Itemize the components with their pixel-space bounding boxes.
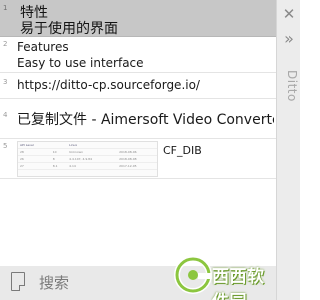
clip-index: 2 [3, 40, 8, 48]
thumbnail-cell: 8 [50, 155, 68, 163]
thumbnail-cell: 8.1 [50, 162, 68, 170]
clip-text-line: 易于使用的界面 [20, 21, 118, 37]
watermark-text: 西西软件园 [212, 267, 265, 300]
thumbnail-cell: 2017-12-05 [117, 162, 157, 170]
thumbnail-cell: 2018-08-08 [117, 155, 157, 163]
thumbnail-cell: Unknown [67, 148, 118, 156]
thumbnail-row: 28 10 Unknown 2018-08-06 [18, 148, 157, 156]
clip-item-5[interactable]: 5 API Level Linux 28 10 Unknown 2018-08-… [0, 139, 276, 179]
thumbnail-cell: 27 [18, 162, 51, 170]
clip-text-line: 已复制文件 - Aimersoft Video Converter U [17, 112, 274, 128]
clip-index: 4 [3, 111, 8, 119]
expand-icon[interactable]: » [281, 30, 297, 48]
clip-text-line: https://ditto-cp.sourceforge.io/ [17, 78, 200, 92]
clip-list[interactable]: 1 特性 易于使用的界面 2 Features Easy to use inte… [0, 0, 276, 266]
watermark-logo-icon [174, 256, 212, 294]
thumbnail-cell: 4.14 [67, 162, 118, 170]
clip-index: 5 [3, 142, 8, 150]
thumbnail-cell: 10 [50, 148, 68, 156]
thumbnail-row: 26 8 4.4.107, 4.9.84 2018-08-08 [18, 155, 157, 163]
thumbnail-cell: 28 [18, 148, 51, 156]
thumbnail-table: API Level Linux 28 10 Unknown 2018-08-06… [18, 142, 157, 170]
clip-item-3[interactable]: 3 https://ditto-cp.sourceforge.io/ [0, 73, 276, 99]
clip-text-line: Features [17, 40, 69, 54]
clip-text-line: Easy to use interface [17, 56, 144, 70]
thumbnail-cell: 4.4.107, 4.9.84 [67, 155, 118, 163]
clip-index: 1 [3, 4, 8, 12]
search-input[interactable]: 搜索 [39, 272, 69, 293]
window-title: Ditto [285, 70, 299, 102]
clip-index: 3 [3, 78, 8, 86]
note-icon[interactable] [11, 272, 25, 291]
close-icon[interactable]: ✕ [281, 6, 297, 22]
thumbnail-cell: 26 [18, 155, 51, 163]
clip-image-thumbnail: API Level Linux 28 10 Unknown 2018-08-06… [17, 141, 158, 177]
thumbnail-cell: 2018-08-06 [117, 148, 157, 156]
clip-item-1[interactable]: 1 特性 易于使用的界面 [0, 0, 276, 37]
clip-format-label: CF_DIB [163, 144, 202, 157]
clip-item-2[interactable]: 2 Features Easy to use interface [0, 37, 276, 73]
ditto-window: 1 特性 易于使用的界面 2 Features Easy to use inte… [0, 0, 300, 300]
thumbnail-row: 27 8.1 4.14 2017-12-05 [18, 162, 157, 170]
clip-item-4[interactable]: 4 已复制文件 - Aimersoft Video Converter U [0, 99, 276, 139]
side-rail: ✕ » Ditto [276, 0, 300, 300]
site-watermark: 西西软件园 [172, 254, 276, 300]
